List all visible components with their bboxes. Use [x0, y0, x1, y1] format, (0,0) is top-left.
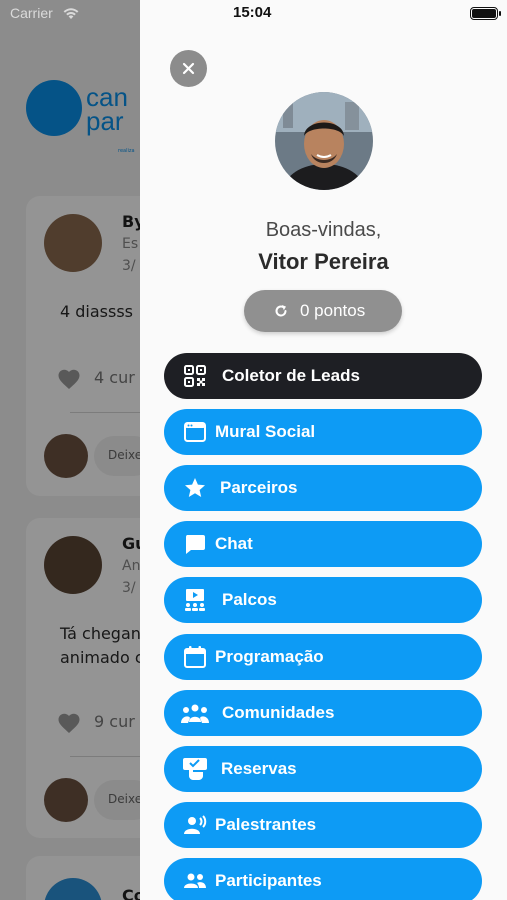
calendar-icon — [183, 645, 207, 669]
star-icon — [183, 476, 207, 500]
menu-item-label: Palcos — [222, 590, 277, 609]
menu-item-palcos[interactable]: Palcos — [164, 577, 482, 623]
browser-window-icon — [183, 420, 207, 444]
qr-code-icon — [183, 364, 207, 388]
menu-item-label: Parceiros — [220, 478, 298, 497]
menu-item-label: Reservas — [221, 759, 297, 778]
menu-item-label: Programação — [215, 647, 324, 666]
stage-presentation-icon — [183, 588, 207, 612]
menu-item-reservas[interactable]: Reservas — [164, 746, 482, 792]
wifi-icon — [62, 5, 80, 24]
menu-item-chat[interactable]: Chat — [164, 521, 482, 567]
close-icon — [182, 62, 195, 75]
refresh-icon — [275, 305, 287, 317]
menu-item-mural-social[interactable]: Mural Social — [164, 409, 482, 455]
points-label: 0 pontos — [300, 301, 366, 320]
chat-bubble-icon — [183, 532, 207, 556]
carrier-label: Carrier — [10, 5, 53, 21]
side-drawer: Boas-vindas, Vitor Pereira 0 pontos Cole… — [140, 0, 507, 900]
menu-item-label: Comunidades — [222, 703, 335, 722]
close-button[interactable] — [170, 50, 207, 87]
menu-item-label: Coletor de Leads — [222, 366, 360, 385]
speaker-icon — [183, 813, 207, 837]
menu-item-comunidades[interactable]: Comunidades — [164, 690, 482, 736]
people-icon — [183, 869, 207, 893]
menu-item-coletor-de-leads[interactable]: Coletor de Leads — [164, 353, 482, 399]
menu-item-palestrantes[interactable]: Palestrantes — [164, 802, 482, 848]
menu-item-label: Participantes — [215, 871, 322, 890]
menu-item-programacao[interactable]: Programação — [164, 634, 482, 680]
user-name: Vitor Pereira — [258, 249, 389, 274]
menu-item-label: Palestrantes — [215, 815, 317, 834]
menu-item-label: Mural Social — [215, 422, 316, 441]
menu-item-parceiros[interactable]: Parceiros — [164, 465, 482, 511]
status-time: 15:04 — [233, 4, 272, 21]
touch-reserve-icon — [181, 757, 209, 781]
menu-item-participantes[interactable]: Participantes — [164, 858, 482, 900]
groups-icon — [181, 701, 209, 725]
profile-photo[interactable] — [275, 92, 373, 190]
menu-item-label: Chat — [215, 534, 253, 553]
points-button[interactable]: 0 pontos — [244, 290, 402, 332]
welcome-text: Boas-vindas, — [265, 219, 382, 241]
battery-icon — [470, 7, 501, 20]
